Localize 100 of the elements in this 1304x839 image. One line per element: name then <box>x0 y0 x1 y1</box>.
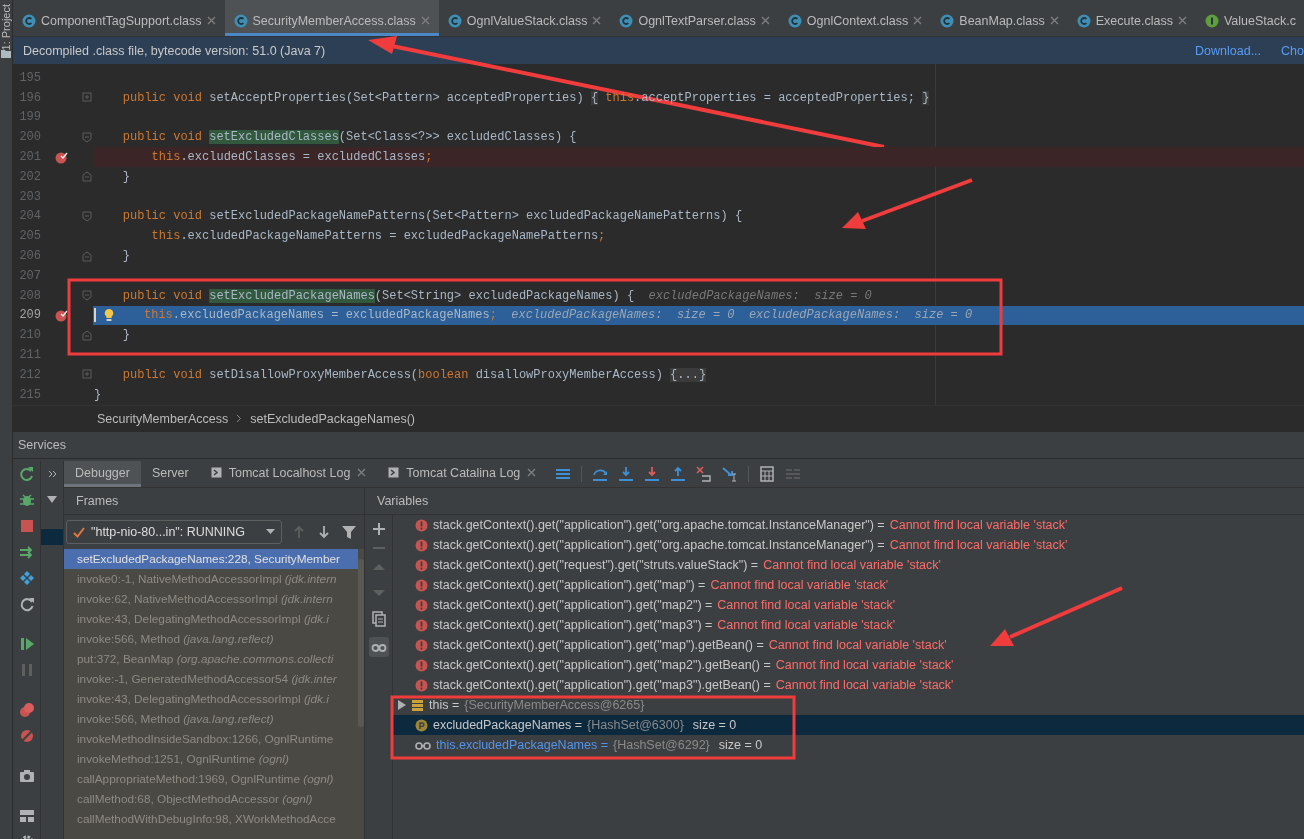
class-icon <box>447 13 462 28</box>
fold-marker-icon[interactable] <box>82 290 92 302</box>
drop-frame-icon[interactable] <box>696 466 713 482</box>
panel-tab[interactable]: Tomcat Localhost Log <box>199 461 378 487</box>
close-tab-icon[interactable] <box>760 16 770 25</box>
line-number: 205 <box>18 229 41 244</box>
line-number: 195 <box>18 70 41 85</box>
pane-title: Variables <box>377 494 429 508</box>
project-tool-tab[interactable]: 1: Project <box>0 4 12 51</box>
fold-marker-icon[interactable] <box>82 131 92 143</box>
breadcrumb-item[interactable]: SecurityMemberAccess <box>97 411 229 426</box>
code-text: setExcludedPackageNamePatterns(Set<Pattern> excludedPackageNamePatterns) { <box>209 209 743 224</box>
variable-row[interactable]: stack.getContext().get("application").get("map3") = Cannot find local variable 'stack' <box>393 615 1304 635</box>
pane-title: Frames <box>76 494 119 508</box>
fold-marker-icon[interactable] <box>82 92 92 104</box>
arrow-down-icon[interactable] <box>316 524 332 540</box>
thread-dropdown[interactable]: "http-nio-80...in": RUNNING <box>66 520 282 544</box>
class-icon <box>787 13 802 28</box>
variable-name: stack.getContext().get("application").get("map") = <box>433 578 706 592</box>
close-tab-icon[interactable] <box>1049 16 1059 25</box>
filter-icon[interactable] <box>341 524 357 540</box>
code-keyword: public void <box>121 209 204 224</box>
panel-tab[interactable]: Server <box>140 461 200 487</box>
variable-value: {HashSet@6292} <box>613 738 710 752</box>
variable-row[interactable]: stack.getContext().get("application").get("org.apache.tomcat.InstanceManager") = Cannot find local variable 'stack' <box>393 515 1304 535</box>
close-tab-icon[interactable] <box>913 16 923 25</box>
resume-icon[interactable] <box>18 636 35 652</box>
line-number: 212 <box>18 367 41 382</box>
variable-row[interactable]: stack.getContext().get("application").get("map").getBean() = Cannot find local variable 'stack' <box>393 635 1304 655</box>
variable-row[interactable]: stack.getContext().get("application").get("map") = Cannot find local variable 'stack' <box>393 575 1304 595</box>
breakpoints-icon[interactable] <box>18 702 35 718</box>
editor-tab[interactable]: OgnlValueStack.class <box>438 0 611 36</box>
plus-icon[interactable] <box>370 521 387 537</box>
fold-marker-icon[interactable] <box>82 250 92 262</box>
line-number: 210 <box>18 328 41 343</box>
copy-icon[interactable] <box>370 611 387 627</box>
line-number: 196 <box>18 90 41 105</box>
stop-icon[interactable] <box>18 518 35 534</box>
banner-link[interactable]: Cho <box>1281 43 1304 58</box>
breakpoint-icon[interactable] <box>54 308 68 322</box>
bug-icon[interactable] <box>18 492 35 508</box>
run-to-cursor-icon[interactable] <box>722 466 739 482</box>
diamond-icon[interactable] <box>18 570 35 586</box>
variable-row[interactable]: excludedPackageNames = {HashSet@6300} size = 0 <box>393 715 1304 735</box>
size-label: size = 0 <box>692 718 737 732</box>
class-icon <box>619 13 634 28</box>
refresh-icon[interactable] <box>18 596 35 612</box>
line-number: 211 <box>18 348 41 363</box>
decompiled-notice: Decompiled .class file, bytecode version: 51.0 (Java 7) <box>23 43 327 58</box>
fold-marker-icon[interactable] <box>82 329 92 341</box>
step-into-icon[interactable] <box>618 466 635 482</box>
error-icon <box>415 618 428 632</box>
collapse-arrow-icon[interactable] <box>47 496 57 504</box>
editor-tab[interactable]: ValueStack.c <box>1195 0 1304 36</box>
editor-tab[interactable]: OgnlTextParser.class <box>610 0 779 36</box>
scrollbar-thumb[interactable] <box>358 559 364 727</box>
close-tab-icon[interactable] <box>206 16 216 25</box>
close-tab-icon[interactable] <box>527 468 537 477</box>
lines-icon[interactable] <box>555 466 572 482</box>
variable-row[interactable]: stack.getContext().get("application").get("map2") = Cannot find local variable 'stack' <box>393 595 1304 615</box>
step-over-icon[interactable] <box>18 544 35 560</box>
variable-row[interactable]: stack.getContext().get("application").get("map2").getBean() = Cannot find local variable 'stack' <box>393 655 1304 675</box>
close-tab-icon[interactable] <box>1177 16 1187 25</box>
fold-marker-icon[interactable] <box>82 171 92 183</box>
layout-icon[interactable] <box>18 808 35 824</box>
variable-row[interactable]: this = {SecurityMemberAccess@6265} <box>393 695 1304 715</box>
editor-tab[interactable]: BeanMap.class <box>931 0 1068 36</box>
calculator-icon[interactable] <box>759 466 776 482</box>
variable-row[interactable]: stack.getContext().get("request").get("struts.valueStack") = Cannot find local variable 'stack' <box>393 555 1304 575</box>
breakpoint-icon[interactable] <box>54 150 68 164</box>
camera-icon[interactable] <box>18 768 35 784</box>
class-icon <box>233 13 248 28</box>
rerun-icon[interactable] <box>18 466 35 482</box>
fold-marker-icon[interactable] <box>82 369 92 381</box>
banner-link[interactable]: Download... <box>1195 43 1262 58</box>
folded-code: { <box>590 90 599 105</box>
force-step-into-icon[interactable] <box>644 466 661 482</box>
error-message: Cannot find local variable 'stack' <box>710 578 889 592</box>
lightbulb-icon[interactable] <box>103 308 116 323</box>
breadcrumb-item[interactable]: setExcludedPackageNames() <box>250 411 415 426</box>
chevrons-icon[interactable] <box>47 470 57 478</box>
inline-value-hint: excludedPackageNames: size = 0 <box>648 288 872 303</box>
code-keyword: this <box>143 308 173 323</box>
variable-row[interactable]: this.excludedPackageNames = {HashSet@6292} size = 0 <box>393 735 1304 755</box>
close-tab-icon[interactable] <box>420 16 430 25</box>
step-out-icon[interactable] <box>670 466 687 482</box>
close-tab-icon[interactable] <box>592 16 602 25</box>
expand-arrow-icon[interactable] <box>398 700 406 710</box>
fold-marker-icon[interactable] <box>82 210 92 222</box>
panel-tab[interactable]: Debugger <box>64 461 141 487</box>
editor-tab[interactable]: ComponentTagSupport.class <box>13 0 225 36</box>
mute-breakpoints-icon[interactable] <box>18 728 35 744</box>
variable-row[interactable]: stack.getContext().get("application").get("map3").getBean() = Cannot find local variable 'stack' <box>393 675 1304 695</box>
editor-tab[interactable]: SecurityMemberAccess.class <box>224 0 439 36</box>
editor-tab[interactable]: OgnlContext.class <box>778 0 932 36</box>
close-tab-icon[interactable] <box>357 468 367 477</box>
editor-tab[interactable]: Execute.class <box>1067 0 1196 36</box>
panel-tab[interactable]: Tomcat Catalina Log <box>377 461 548 487</box>
variable-row[interactable]: stack.getContext().get("application").get("org.apache.tomcat.InstanceManager") = Cannot find local variable 'stack' <box>393 535 1304 555</box>
stack-frame[interactable]: setExcludedPackageNames:228, SecurityMember <box>64 549 358 569</box>
